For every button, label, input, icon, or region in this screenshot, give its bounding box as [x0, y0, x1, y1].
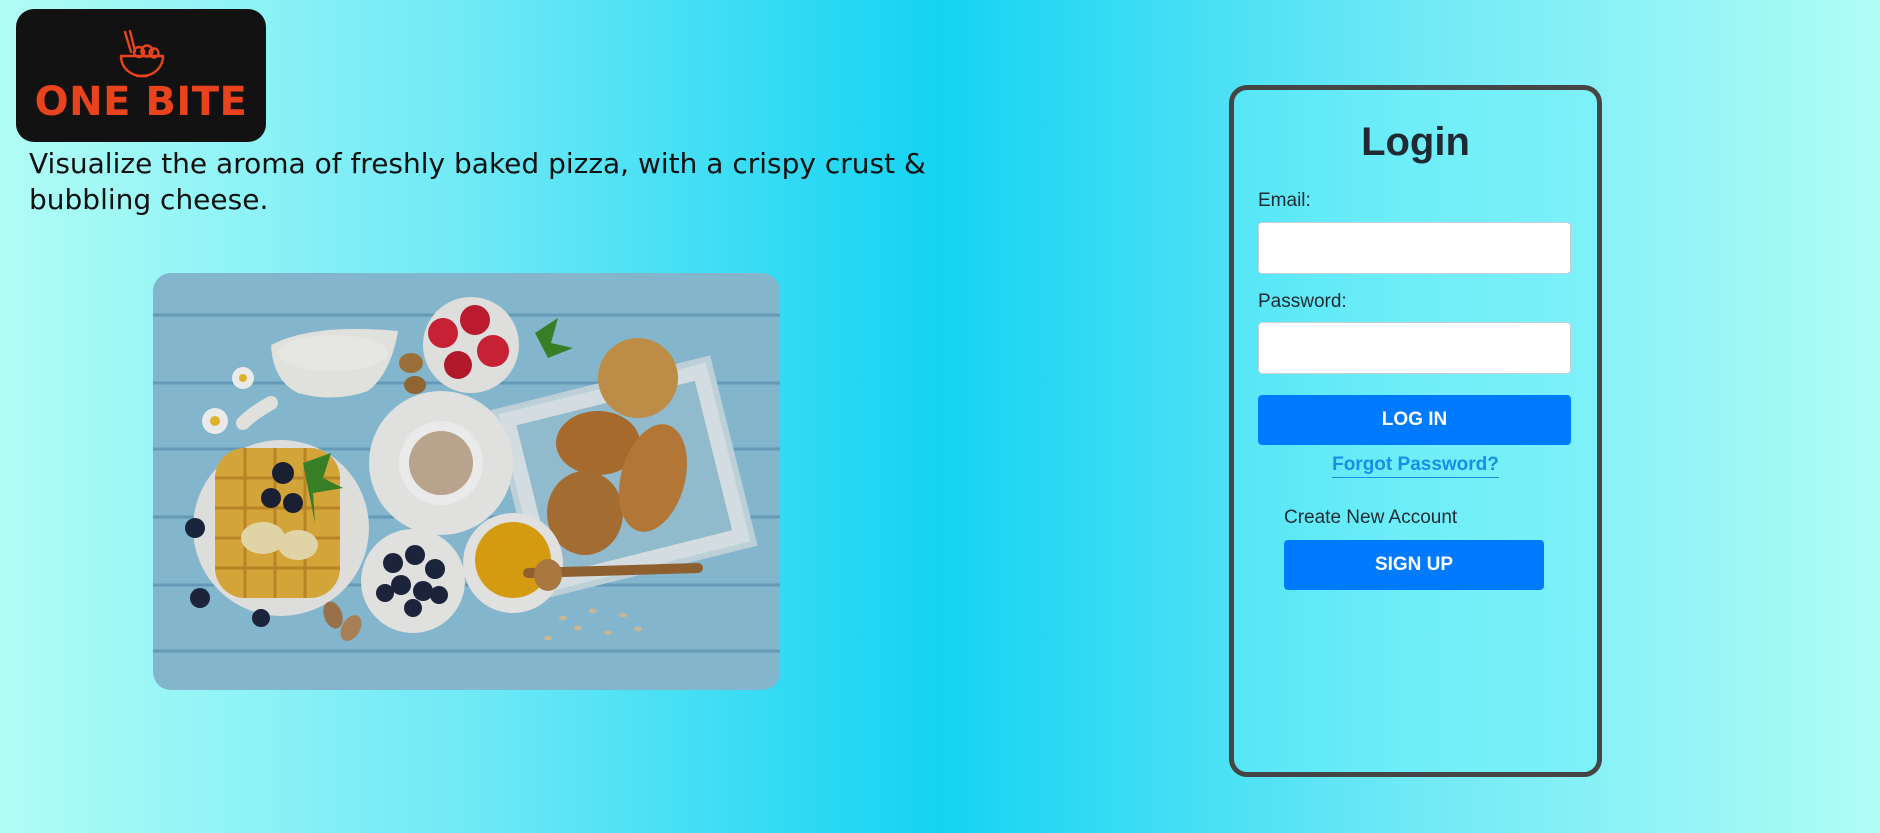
login-button[interactable]: LOG IN — [1258, 395, 1571, 445]
email-field[interactable] — [1258, 222, 1571, 274]
hero-image — [153, 273, 780, 690]
brand-name: ONE BITE — [34, 78, 248, 125]
signup-button[interactable]: SIGN UP — [1284, 540, 1544, 590]
email-label: Email: — [1258, 190, 1311, 211]
login-card: Login Email: Password: LOG IN Forgot Pas… — [1229, 85, 1602, 777]
password-field[interactable] — [1258, 322, 1571, 374]
login-title: Login — [1361, 120, 1470, 164]
tagline: Visualize the aroma of freshly baked piz… — [29, 147, 926, 216]
noodle-bowl-icon — [119, 29, 165, 77]
create-account-label: Create New Account — [1284, 507, 1458, 528]
password-label: Password: — [1258, 291, 1347, 312]
forgot-password-container: Forgot Password? — [1234, 454, 1597, 478]
forgot-password-link[interactable]: Forgot Password? — [1332, 454, 1499, 478]
brand-logo[interactable]: ONE BITE — [16, 9, 266, 142]
